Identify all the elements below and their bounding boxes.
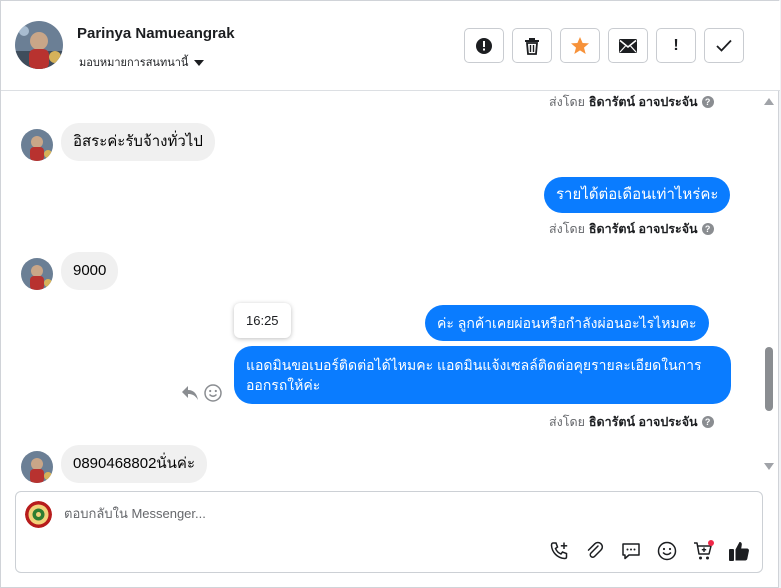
emoji-button[interactable] xyxy=(656,540,678,562)
composer-toolbar xyxy=(548,540,750,562)
sender-name: ธิดารัตน์ อาจประจัน xyxy=(588,415,698,429)
scroll-up-arrow[interactable] xyxy=(764,98,774,105)
assign-conversation-dropdown[interactable]: มอบหมายการสนทนานี้ xyxy=(79,53,205,71)
page-avatar xyxy=(25,501,52,528)
help-icon[interactable]: ? xyxy=(701,223,714,235)
sent-by-label: ส่งโดย ธิดารัตน์ อาจประจัน ? xyxy=(549,219,714,239)
mark-unread-button[interactable] xyxy=(608,28,648,63)
conversation-actions: ! xyxy=(464,28,744,63)
sent-by-label: ส่งโดย ธิดารัตน์ อาจประจัน ? xyxy=(549,412,714,432)
message-bubble-incoming[interactable]: 0890468802นั่นค่ะ xyxy=(61,445,208,483)
message-hover-actions xyxy=(181,384,222,402)
reply-icon[interactable] xyxy=(181,385,199,401)
scroll-down-arrow[interactable] xyxy=(764,463,774,470)
message-bubble-outgoing[interactable]: ค่ะ ลูกค้าเคยผ่อนหรือกำลังผ่อนอะไรไหมคะ xyxy=(425,305,709,341)
message-bubble-outgoing[interactable]: แอดมินขอเบอร์ติดต่อได้ไหมคะ แอดมินแจ้งเซ… xyxy=(234,346,731,404)
help-icon[interactable]: ? xyxy=(701,96,714,108)
contact-avatar[interactable] xyxy=(15,21,63,69)
conversation-header: Parinya Namueangrak มอบหมายการสนทนานี้ ! xyxy=(1,1,780,91)
mark-done-button[interactable] xyxy=(704,28,744,63)
message-bubble-incoming[interactable]: 9000 xyxy=(61,252,119,290)
emoji-reaction-icon[interactable] xyxy=(204,384,222,402)
conversation-window: Parinya Namueangrak มอบหมายการสนทนานี้ ! xyxy=(0,0,780,588)
customer-avatar[interactable] xyxy=(21,129,53,161)
saved-reply-icon xyxy=(622,543,640,560)
contact-name[interactable]: Parinya Namueangrak xyxy=(77,25,235,42)
paperclip-icon xyxy=(587,541,604,558)
notification-dot xyxy=(708,540,714,546)
customer-avatar[interactable] xyxy=(21,258,53,290)
mark-spam-button[interactable] xyxy=(464,28,504,63)
sender-name: ธิดารัตน์ อาจประจัน xyxy=(588,222,698,236)
delete-button[interactable] xyxy=(512,28,552,63)
exclamation-icon: ! xyxy=(673,36,679,54)
star-button[interactable] xyxy=(560,28,600,63)
reply-composer xyxy=(15,491,763,573)
customer-avatar[interactable] xyxy=(21,451,53,483)
thumbs-up-icon xyxy=(729,542,749,561)
sender-name: ธิดารัตน์ อาจประจัน xyxy=(588,95,698,109)
add-call-icon xyxy=(550,542,568,560)
assign-label: มอบหมายการสนทนานี้ xyxy=(79,57,189,69)
emoji-icon xyxy=(657,541,677,561)
add-call-button[interactable] xyxy=(548,540,570,562)
cart-button[interactable] xyxy=(692,540,714,562)
follow-up-button[interactable]: ! xyxy=(656,28,696,63)
check-icon xyxy=(716,39,732,52)
sent-by-label: ส่งโดย ธิดารัตน์ อาจประจัน ? xyxy=(549,92,714,112)
timestamp-tooltip: 16:25 xyxy=(234,303,291,338)
trash-icon xyxy=(525,37,539,55)
message-bubble-outgoing[interactable]: รายได้ต่อเดือนเท่าไหร่คะ xyxy=(544,177,731,213)
send-like-button[interactable] xyxy=(728,540,750,562)
scrollbar-thumb[interactable] xyxy=(765,347,773,411)
alert-circle-icon xyxy=(476,37,492,54)
attach-file-button[interactable] xyxy=(584,540,606,562)
help-icon[interactable]: ? xyxy=(701,416,714,428)
message-thread[interactable]: ส่งโดย ธิดารัตน์ อาจประจัน ? อิสระค่ะรับ… xyxy=(1,91,761,483)
reply-input[interactable] xyxy=(64,506,534,521)
star-icon xyxy=(571,37,589,54)
caret-down-icon xyxy=(194,59,205,66)
saved-replies-button[interactable] xyxy=(620,540,642,562)
message-bubble-incoming[interactable]: อิสระค่ะรับจ้างทั่วไป xyxy=(61,123,215,161)
envelope-icon xyxy=(619,38,637,53)
